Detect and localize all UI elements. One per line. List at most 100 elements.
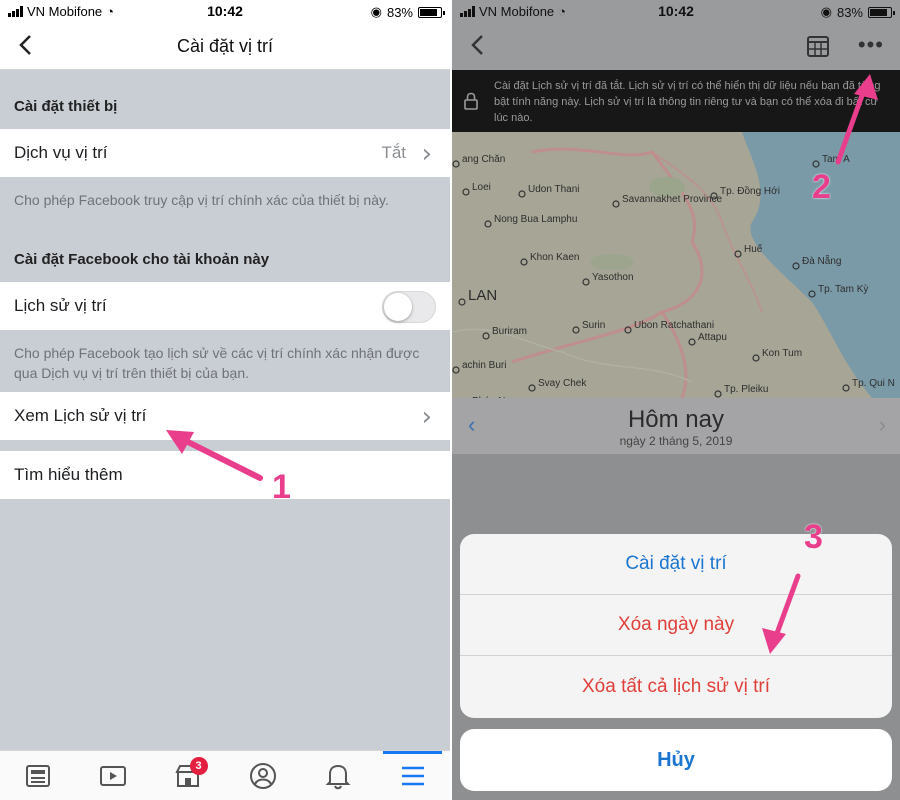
map-pin-icon <box>484 220 492 228</box>
profile-icon <box>249 762 276 789</box>
map-label: Nong Bua Lamphu <box>494 214 577 225</box>
battery-percent: 83% <box>836 4 863 20</box>
learn-more-label: Tìm hiểu thêm <box>14 465 123 484</box>
map-pin-icon <box>752 354 760 362</box>
location-services-row[interactable]: Dịch vụ vị trí Tắt › <box>0 129 450 177</box>
map-pin-icon <box>528 384 536 392</box>
tab-notifications[interactable] <box>300 751 375 800</box>
chevron-left-icon: ‹ <box>468 412 476 437</box>
view-location-history-row[interactable]: Xem Lịch sử vị trí › <box>0 392 450 440</box>
page-title: Cài đặt vị trí <box>176 36 274 56</box>
news-feed-icon <box>25 764 50 787</box>
rotation-lock-icon: ◉ <box>820 4 832 19</box>
chevron-right-icon: › <box>421 402 432 432</box>
date-navigator: ‹ Hôm nay ngày 2 tháng 5, 2019 › <box>452 398 900 454</box>
chevron-right-icon: › <box>421 139 432 169</box>
location-history-label: Lịch sử vị trí <box>14 296 107 315</box>
tab-marketplace[interactable]: 3 <box>150 751 225 800</box>
map-label: Tp. Tam Kỳ <box>818 284 868 295</box>
map-label: ang Chăn <box>462 154 505 165</box>
location-history-description: Cho phép Facebook tạo lịch sử về các vị … <box>14 345 420 381</box>
map-label: Buriram <box>492 326 527 337</box>
nav-bar: Cài đặt vị trí <box>0 22 450 70</box>
location-services-description: Cho phép Facebook truy cập vị trí chính … <box>14 192 389 208</box>
map-canvas: ang Chăn Loei Udon Thani Nong Bua Lamphu Sav… <box>452 132 900 398</box>
map-pin-icon <box>458 298 466 306</box>
left-screen: VN Mobifone ◔ 10:42 ◉ 83% Cài đặt vị trí C… <box>0 0 450 800</box>
banner-text: Cài đặt Lịch sử vị trí đã tắt. Lịch sử v… <box>494 80 881 124</box>
chevron-right-icon: › <box>878 412 886 437</box>
location-history-row: Lịch sử vị trí <box>0 282 450 330</box>
map-label: Tp. Đồng Hới <box>720 185 780 197</box>
map-label: Attapu <box>698 332 727 343</box>
next-day-button[interactable]: › <box>879 412 886 438</box>
menu-icon <box>401 766 424 785</box>
map-pin-icon <box>452 160 460 168</box>
map-label: achin Buri <box>462 360 506 371</box>
date-title: Hôm nay <box>627 406 725 433</box>
more-options-button[interactable]: ••• <box>858 32 884 58</box>
map-label: Kon Tum <box>762 348 802 359</box>
map-label: Udon Thani <box>528 184 580 195</box>
chevron-left-icon <box>471 35 483 55</box>
map-pin-icon <box>520 258 528 266</box>
rotation-lock-icon: ◉ <box>370 4 382 19</box>
map-pin-icon <box>572 326 580 334</box>
learn-more-row[interactable]: Tìm hiểu thêm <box>0 451 450 499</box>
step-number-2: 2 <box>812 168 831 206</box>
step-number-3: 3 <box>804 518 823 556</box>
notifications-icon <box>325 764 350 789</box>
action-sheet: Cài đặt vị trí Xóa ngày này Xóa tất cả l… <box>460 534 892 718</box>
battery-icon <box>418 6 445 18</box>
map-pin-icon <box>612 200 620 208</box>
delete-this-day-option[interactable]: Xóa ngày này <box>460 595 892 656</box>
location-map[interactable]: ang Chăn Loei Udon Thani Nong Bua Lamphu Sav… <box>452 132 900 398</box>
map-label: Svay Chek <box>538 378 587 389</box>
map-label: Tp. Qui N <box>852 378 895 389</box>
battery-percent: 83% <box>386 4 413 20</box>
map-label: LAN <box>468 287 497 304</box>
step-number-1: 1 <box>272 468 291 506</box>
tab-bar: 3 <box>0 750 450 800</box>
map-label: Khon Kaen <box>530 252 580 263</box>
delete-all-history-option[interactable]: Xóa tất cả lịch sử vị trí <box>460 656 892 717</box>
calendar-button[interactable] <box>806 34 830 63</box>
watch-icon <box>99 765 126 786</box>
status-bar: VN Mobifone ◔ 10:42 ◉ 83% <box>452 0 900 22</box>
previous-day-button[interactable]: ‹ <box>468 412 475 438</box>
location-settings-option[interactable]: Cài đặt vị trí <box>460 534 892 595</box>
map-label: Yasothon <box>592 272 634 283</box>
map-label: Loei <box>472 182 491 193</box>
map-label: Tam A <box>822 154 850 165</box>
view-history-label: Xem Lịch sử vị trí <box>14 406 147 425</box>
map-label: Đà Nẵng <box>802 254 841 267</box>
location-history-toggle[interactable] <box>382 291 436 323</box>
status-bar: VN Mobifone ◔ 10:42 ◉ 83% <box>0 0 450 22</box>
tab-watch[interactable] <box>75 751 150 800</box>
nav-bar: ••• <box>452 22 900 70</box>
tab-menu[interactable] <box>375 751 450 800</box>
tab-profile[interactable] <box>225 751 300 800</box>
toggle-knob <box>384 293 412 321</box>
tab-news-feed[interactable] <box>0 751 75 800</box>
calendar-icon <box>807 36 829 57</box>
right-screen: VN Mobifone ◔ 10:42 ◉ 83% ••• Cài đặt Lịch… <box>452 0 900 800</box>
more-icon: ••• <box>857 32 884 57</box>
section-header-device: Cài đặt thiết bị <box>14 98 118 115</box>
map-label: Tp. Pleiku <box>724 384 768 395</box>
back-button[interactable] <box>470 34 484 61</box>
map-pin-icon <box>518 190 526 198</box>
map-label: Ubon Ratchathani <box>634 320 714 331</box>
location-services-label: Dịch vụ vị trí <box>14 143 108 162</box>
location-services-value: Tắt <box>381 143 406 162</box>
map-pin-icon <box>842 384 850 392</box>
marketplace-badge: 3 <box>189 757 208 775</box>
map-label: Savannakhet Province <box>622 194 723 205</box>
date-subtitle: ngày 2 tháng 5, 2019 <box>619 434 733 448</box>
section-header-facebook: Cài đặt Facebook cho tài khoản này <box>14 251 270 268</box>
cancel-button[interactable]: Hủy <box>460 729 892 791</box>
map-pin-icon <box>452 366 460 374</box>
lock-icon <box>464 92 478 110</box>
map-pin-icon <box>582 278 590 286</box>
map-pin-icon <box>462 188 470 196</box>
